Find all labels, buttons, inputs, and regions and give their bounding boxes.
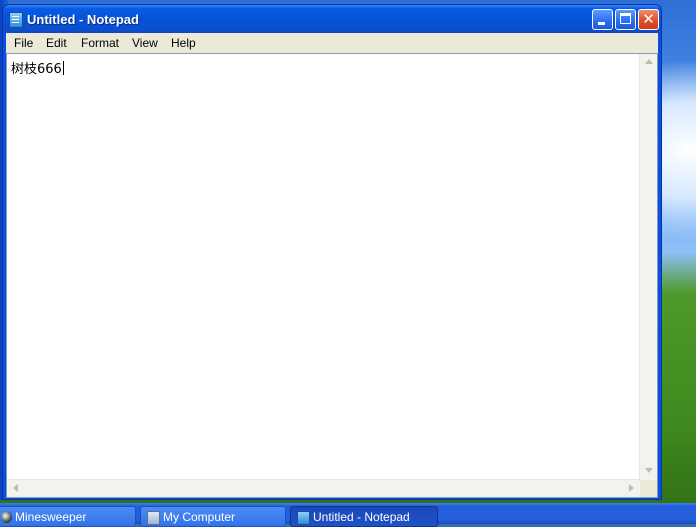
menu-format[interactable]: Format bbox=[81, 36, 119, 50]
taskbar-label: My Computer bbox=[163, 510, 236, 524]
taskbar-label: Minesweeper bbox=[15, 510, 87, 524]
computer-icon bbox=[147, 511, 160, 525]
menu-bar: File Edit Format View Help bbox=[6, 33, 658, 53]
scroll-down-icon[interactable] bbox=[645, 468, 653, 473]
vertical-scrollbar[interactable] bbox=[639, 54, 657, 481]
menu-view[interactable]: View bbox=[132, 36, 158, 50]
text-caret bbox=[62, 61, 64, 75]
minimize-icon bbox=[598, 22, 605, 25]
horizontal-scrollbar[interactable] bbox=[7, 479, 640, 497]
taskbar-label: Untitled - Notepad bbox=[313, 510, 410, 524]
scrollbar-corner bbox=[640, 480, 657, 497]
maximize-icon bbox=[620, 13, 631, 24]
editor-content: 树枝666 bbox=[11, 62, 62, 77]
title-bar[interactable]: Untitled - Notepad ✕ bbox=[3, 5, 661, 33]
scroll-left-icon[interactable] bbox=[13, 484, 18, 492]
menu-file[interactable]: File bbox=[14, 36, 33, 50]
notepad-icon bbox=[297, 511, 310, 525]
scroll-up-icon[interactable] bbox=[645, 59, 653, 64]
minimize-button[interactable] bbox=[592, 9, 613, 30]
window-title: Untitled - Notepad bbox=[27, 12, 139, 27]
maximize-button[interactable] bbox=[615, 9, 636, 30]
text-editor[interactable]: 树枝666 bbox=[6, 53, 658, 498]
close-icon: ✕ bbox=[642, 11, 655, 28]
menu-edit[interactable]: Edit bbox=[46, 36, 67, 50]
scroll-right-icon[interactable] bbox=[629, 484, 634, 492]
notepad-icon bbox=[9, 12, 23, 28]
menu-help[interactable]: Help bbox=[171, 36, 196, 50]
notepad-window: Untitled - Notepad ✕ File Edit Format Vi… bbox=[2, 4, 662, 500]
taskbar: Minesweeper My Computer Untitled - Notep… bbox=[0, 503, 696, 527]
close-button[interactable]: ✕ bbox=[638, 9, 659, 30]
minesweeper-icon bbox=[1, 511, 12, 523]
editor-text[interactable]: 树枝666 bbox=[11, 58, 64, 77]
